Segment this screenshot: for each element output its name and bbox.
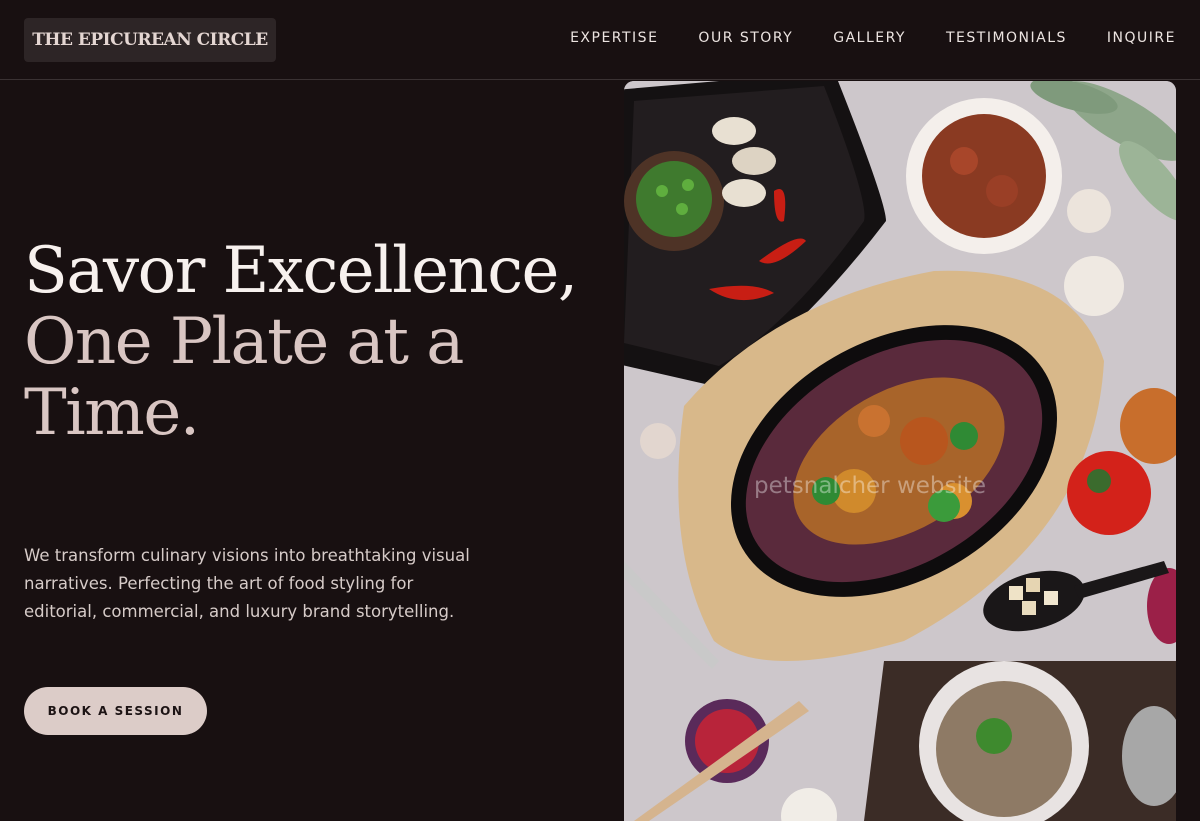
nav-item-testimonials[interactable]: TESTIMONIALS (946, 30, 1067, 46)
chili-bowl (906, 98, 1062, 254)
hero-title-line-2: One Plate at a Time. (24, 305, 464, 450)
hero-title-line-1: Savor Excellence, (24, 234, 578, 308)
nav-item-gallery[interactable]: GALLERY (833, 30, 906, 46)
nav-item-our-story[interactable]: OUR STORY (698, 30, 793, 46)
top-navigation-bar: THE EPICUREAN CIRCLE EXPERTISE OUR STORY… (0, 0, 1200, 80)
hero-food-photo: petsnalcher website (624, 81, 1176, 821)
nav-item-inquire[interactable]: INQUIRE (1107, 30, 1176, 46)
main-nav: EXPERTISE OUR STORY GALLERY TESTIMONIALS… (570, 30, 1176, 46)
food-illustration (624, 81, 1176, 821)
book-session-button[interactable]: BOOK A SESSION (24, 687, 207, 735)
image-watermark: petsnalcher website (754, 473, 987, 499)
hero-title: Savor Excellence, One Plate at a Time. (24, 236, 584, 449)
brand-logo[interactable]: THE EPICUREAN CIRCLE (24, 18, 276, 62)
hero-description: We transform culinary visions into breat… (24, 546, 470, 621)
nav-item-expertise[interactable]: EXPERTISE (570, 30, 658, 46)
